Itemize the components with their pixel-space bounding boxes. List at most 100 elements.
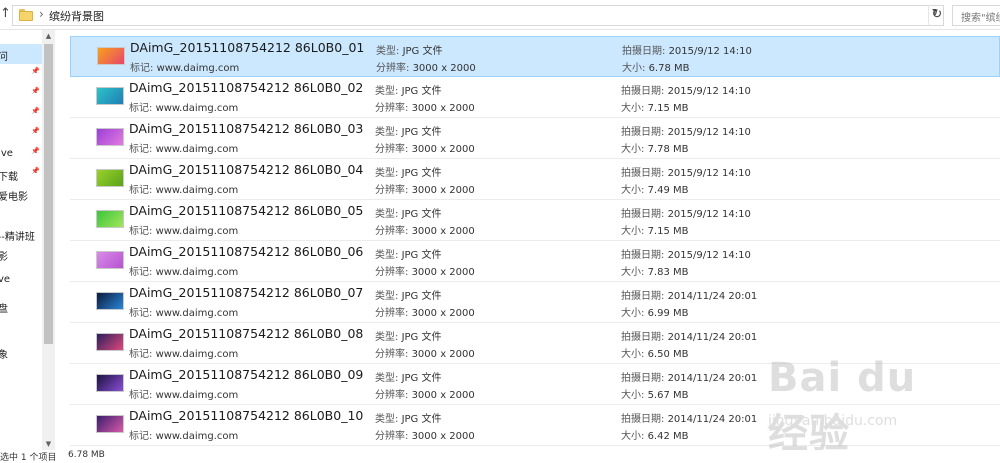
file-size: 大小: 7.49 MB	[621, 181, 689, 196]
pin-icon[interactable]: 📌	[31, 167, 40, 175]
file-type: 类型: JPG 文件	[375, 410, 441, 425]
scroll-up-icon[interactable]: ▲	[42, 30, 55, 42]
date-value: 2015/9/12 14:10	[667, 168, 751, 179]
sidebar-item[interactable]: rive 📌	[0, 144, 42, 164]
sidebar-item[interactable]: 问	[0, 44, 42, 64]
file-size: 大小: 6.50 MB	[621, 345, 689, 360]
date-value: 2015/9/12 14:10	[667, 86, 751, 97]
scroll-down-icon[interactable]: ▼	[42, 438, 55, 450]
pin-icon[interactable]: 📌	[31, 127, 40, 135]
file-thumbnail	[96, 251, 124, 269]
date-value: 2015/9/12 14:10	[667, 250, 751, 261]
sidebar-item[interactable]: 爱电影	[0, 184, 42, 204]
type-label: 类型:	[375, 127, 399, 138]
file-name: DAimG_20151108754212 86L0B0_09	[129, 367, 363, 382]
sidebar-item[interactable]: 📌	[0, 124, 42, 144]
file-thumbnail	[96, 292, 124, 310]
mark-value: www.daimg.com	[156, 63, 240, 74]
file-type: 类型: JPG 文件	[375, 205, 441, 220]
file-mark: 标记: www.daimg.com	[129, 222, 238, 237]
file-size: 大小: 6.78 MB	[622, 59, 690, 74]
sidebar-item[interactable]: 影	[0, 244, 42, 264]
size-label: 大小:	[622, 63, 646, 74]
mark-value: www.daimg.com	[155, 103, 239, 114]
file-type: 类型: JPG 文件	[375, 246, 441, 261]
file-name-text: DAimG_20151108754212 86L0B0_04	[129, 162, 364, 177]
file-row[interactable]: DAimG_20151108754212 86L0B0_02 标记: www.da…	[70, 77, 1000, 118]
file-resolution: 分辨率: 3000 x 2000	[375, 99, 475, 114]
file-resolution: 分辨率: 3000 x 2000	[375, 386, 475, 401]
resolution-label: 分辨率:	[376, 63, 410, 74]
resolution-label: 分辨率:	[375, 144, 409, 155]
type-value: JPG 文件	[401, 373, 442, 384]
file-mark: 标记: www.daimg.com	[129, 427, 238, 442]
file-date: 拍摄日期: 2014/11/24 20:01	[621, 369, 757, 384]
mark-label: 标记:	[130, 63, 154, 74]
file-resolution: 分辨率: 3000 x 2000	[375, 140, 475, 155]
size-value: 6.50 MB	[647, 349, 689, 360]
breadcrumb-folder[interactable]: 缤纷背景图	[49, 8, 104, 24]
size-value: 5.67 MB	[647, 390, 689, 401]
file-resolution: 分辨率: 3000 x 2000	[375, 222, 475, 237]
resolution-value: 3000 x 2000	[412, 63, 476, 74]
date-label: 拍摄日期:	[621, 168, 665, 179]
file-thumbnail	[97, 47, 125, 65]
sidebar-item[interactable]: 📌	[0, 84, 42, 104]
mark-label: 标记:	[129, 267, 153, 278]
resolution-value: 3000 x 2000	[411, 226, 475, 237]
file-row[interactable]: DAimG_20151108754212 86L0B0_06 标记: www.da…	[70, 241, 1000, 282]
file-date: 拍摄日期: 2015/9/12 14:10	[621, 205, 751, 220]
sidebar-item[interactable]: 📌	[0, 64, 42, 84]
search-input[interactable]	[953, 9, 1000, 28]
address-bar-row: ↑ › 缤纷背景图 ∨ ↻	[0, 0, 1000, 30]
file-name: DAimG_20151108754212 86L0B0_02	[129, 80, 363, 95]
file-row[interactable]: DAimG_20151108754212 86L0B0_04 标记: www.da…	[70, 159, 1000, 200]
file-row[interactable]: DAimG_20151108754212 86L0B0_01 标记: www.da…	[70, 36, 1000, 77]
type-label: 类型:	[375, 209, 399, 220]
sidebar-item[interactable]: ve	[0, 270, 42, 290]
file-row[interactable]: DAimG_20151108754212 86L0B0_07 标记: www.da…	[70, 282, 1000, 323]
sidebar-item[interactable]: 象	[0, 342, 42, 362]
size-value: 6.78 MB	[648, 63, 690, 74]
pin-icon[interactable]: 📌	[31, 147, 40, 155]
sidebar-item[interactable]: 盘	[0, 296, 42, 316]
size-value: 7.78 MB	[647, 144, 689, 155]
file-row[interactable]: DAimG_20151108754212 86L0B0_05 标记: www.da…	[70, 200, 1000, 241]
status-bar: 选中 1 个项目 6.78 MB	[0, 450, 1000, 463]
file-name: DAimG_20151108754212 86L0B0_04	[129, 162, 363, 177]
file-mark: 标记: www.daimg.com	[129, 386, 238, 401]
sidebar-item[interactable]: 📌	[0, 104, 42, 124]
type-value: JPG 文件	[401, 86, 442, 97]
pin-icon[interactable]: 📌	[31, 87, 40, 95]
file-resolution: 分辨率: 3000 x 2000	[376, 59, 476, 74]
size-value: 7.83 MB	[647, 267, 689, 278]
file-date: 拍摄日期: 2015/9/12 14:10	[621, 246, 751, 261]
type-value: JPG 文件	[402, 46, 443, 57]
size-label: 大小:	[621, 267, 645, 278]
size-label: 大小:	[621, 308, 645, 319]
search-box[interactable]	[952, 5, 1000, 28]
address-bar[interactable]: › 缤纷背景图 ∨	[12, 5, 944, 26]
refresh-button[interactable]: ↻	[928, 5, 945, 26]
file-row[interactable]: DAimG_20151108754212 86L0B0_03 标记: www.da…	[70, 118, 1000, 159]
scrollbar-thumb[interactable]	[44, 44, 53, 344]
mark-label: 标记:	[129, 349, 153, 360]
pin-icon[interactable]: 📌	[31, 67, 40, 75]
watermark-url: jingyan.baidu.com	[768, 413, 898, 429]
date-value: 2015/9/12 14:10	[667, 209, 751, 220]
file-thumbnail	[96, 210, 124, 228]
navigation-scrollbar[interactable]: ▲ ▼	[42, 30, 55, 450]
type-label: 类型:	[375, 86, 399, 97]
size-value: 7.15 MB	[647, 103, 689, 114]
pin-icon[interactable]: 📌	[31, 107, 40, 115]
date-label: 拍摄日期:	[621, 332, 665, 343]
file-resolution: 分辨率: 3000 x 2000	[375, 263, 475, 278]
file-name-text: DAimG_20151108754212 86L0B0_10	[129, 408, 364, 423]
file-thumbnail	[96, 169, 124, 187]
resolution-value: 3000 x 2000	[411, 267, 475, 278]
sidebar-item[interactable]: 下载 📌	[0, 164, 42, 184]
sidebar-item[interactable]: ---精讲班	[0, 224, 42, 244]
file-name-text: DAimG_20151108754212 86L0B0_01	[130, 40, 365, 55]
file-thumbnail	[96, 333, 124, 351]
file-name: DAimG_20151108754212 86L0B0_05	[129, 203, 363, 218]
